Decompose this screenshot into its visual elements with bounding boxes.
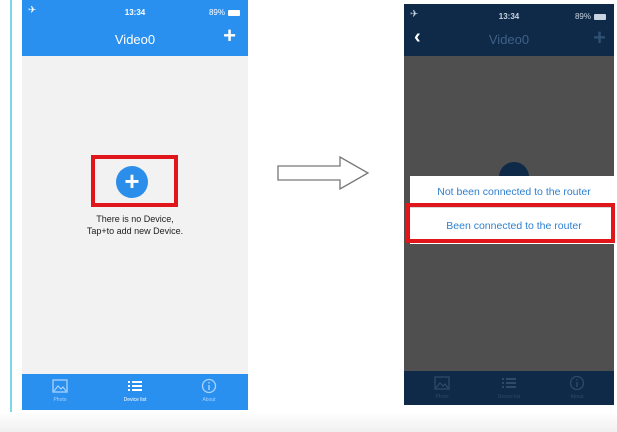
phone-screen-device-list-empty: ✈ 13:34 89% Video0 + + There is no Devic… [22, 0, 248, 410]
tab-about[interactable]: About [547, 371, 607, 405]
page-title: Video0 [114, 32, 156, 47]
tab-device-list-label: Device list [123, 397, 147, 403]
tab-about-label: About [202, 397, 216, 403]
add-device-plus-button[interactable]: + [116, 166, 148, 198]
tab-photo-label: Photo [53, 397, 67, 403]
page-title: Video0 [488, 32, 530, 47]
status-battery: 89% [209, 8, 240, 17]
tab-photo-label: Photo [435, 394, 449, 400]
add-device-button[interactable]: + [593, 27, 606, 49]
status-battery: 89% [575, 12, 606, 21]
list-icon [502, 378, 516, 388]
bottom-shade [0, 412, 617, 432]
highlight-box [405, 203, 615, 243]
photo-icon [52, 379, 68, 393]
empty-message-line1: There is no Device, [96, 214, 174, 224]
tab-photo[interactable]: Photo [30, 374, 90, 410]
tab-device-list[interactable]: Device list [105, 374, 165, 410]
battery-icon [594, 13, 606, 20]
navigation-bar-dimmed: ✈ 13:34 89% ‹ Video0 + [404, 4, 614, 56]
tab-bar: Photo Device list About [22, 374, 248, 410]
list-icon [128, 381, 142, 391]
tab-device-list-label: Device list [497, 394, 521, 400]
tab-photo[interactable]: Photo [412, 371, 472, 405]
battery-percent: 89% [208, 8, 225, 17]
battery-percent: 89% [574, 12, 591, 21]
tab-about[interactable]: About [179, 374, 239, 410]
frame-border-line [10, 0, 12, 432]
add-device-button[interactable]: + [223, 25, 236, 47]
tab-device-list[interactable]: Device list [479, 371, 539, 405]
navigation-bar: ✈ 13:34 89% Video0 + [22, 0, 248, 56]
tab-bar-dimmed: Photo Device list About [404, 371, 614, 405]
info-icon [569, 375, 585, 391]
right-arrow-icon [277, 155, 370, 191]
tab-about-label: About [570, 394, 584, 400]
empty-message-line2: Tap+to add new Device. [86, 226, 184, 236]
battery-icon [228, 9, 240, 16]
photo-icon [434, 376, 450, 390]
info-icon [201, 378, 217, 394]
